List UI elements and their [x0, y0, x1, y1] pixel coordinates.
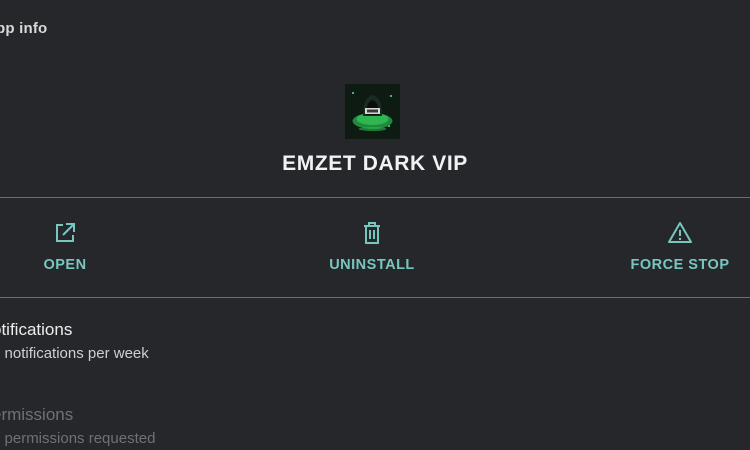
permissions-title: ermissions [0, 405, 74, 424]
uninstall-label: UNINSTALL [329, 257, 415, 273]
open-label: OPEN [43, 257, 87, 273]
force-stop-label: FORCE STOP [630, 257, 730, 273]
permissions-subtitle: o permissions requested [0, 430, 156, 447]
notifications-item[interactable]: otifications 0 notifications per week [0, 320, 149, 362]
warning-triangle-icon [667, 220, 693, 246]
force-stop-button[interactable]: FORCE STOP [600, 220, 750, 282]
app-icon [345, 84, 400, 139]
app-name: EMZET DARK VIP [282, 152, 468, 175]
permissions-item[interactable]: ermissions o permissions requested [0, 405, 155, 447]
uninstall-button[interactable]: UNINSTALL [292, 220, 452, 282]
open-button[interactable]: OPEN [0, 220, 145, 282]
trash-icon [359, 220, 385, 246]
notifications-subtitle: 0 notifications per week [0, 345, 149, 362]
divider [0, 197, 750, 198]
notifications-title: otifications [0, 320, 73, 339]
divider [0, 297, 750, 298]
open-external-icon [52, 220, 78, 246]
page-title: pp info [0, 20, 48, 37]
